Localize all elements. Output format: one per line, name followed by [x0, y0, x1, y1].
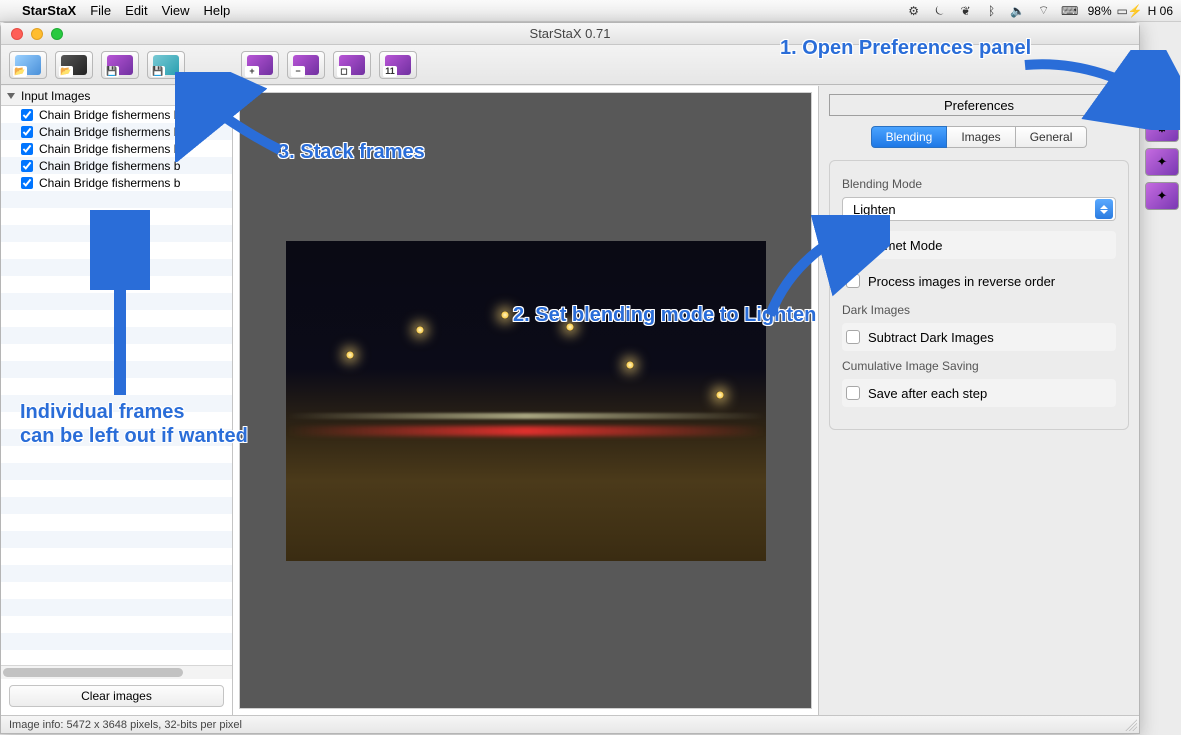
open-dark-button[interactable]: 📂 — [55, 51, 93, 79]
list-item[interactable]: Chain Bridge fishermens b — [1, 123, 232, 140]
wifi-icon[interactable]: ⌔ — [1036, 3, 1052, 19]
file-name: Chain Bridge fishermens b — [39, 159, 180, 173]
window-title: StarStaX 0.71 — [530, 26, 611, 41]
dock-preferences-icon[interactable]: ⚙ — [1145, 114, 1179, 142]
cumulative-label: Cumulative Image Saving — [842, 359, 1116, 373]
preview-image — [286, 241, 766, 561]
chevron-updown-icon — [1095, 199, 1113, 219]
app-name[interactable]: StarStaX — [22, 3, 76, 18]
list-item[interactable]: Chain Bridge fishermens b — [1, 157, 232, 174]
file-name: Chain Bridge fishermens b — [39, 108, 180, 122]
menu-view[interactable]: View — [162, 3, 190, 18]
blending-group: Blending Mode Lighten Comet Mode Process… — [829, 160, 1129, 430]
preferences-panel: Preferences Blending Images General Blen… — [819, 86, 1139, 715]
file-name: Chain Bridge fishermens b — [39, 142, 180, 156]
list-item[interactable]: Chain Bridge fishermens b — [1, 140, 232, 157]
subtract-dark-row[interactable]: Subtract Dark Images — [842, 323, 1116, 351]
app-window: StarStaX 0.71 📂 📂 💾 💾 + − ◻ 11 Input Ima… — [0, 22, 1140, 734]
disclosure-icon[interactable] — [7, 93, 15, 99]
list-item[interactable]: Chain Bridge fishermens b — [1, 174, 232, 191]
preview-frame — [239, 92, 812, 709]
tab-general[interactable]: General — [1016, 126, 1088, 148]
dock-tool2-icon[interactable]: ✦ — [1145, 182, 1179, 210]
comet-mode-label: Comet Mode — [868, 238, 942, 253]
bluetooth-icon[interactable]: ᛒ — [984, 3, 1000, 19]
file-name: Chain Bridge fishermens b — [39, 176, 180, 190]
evernote-icon[interactable]: ❦ — [958, 3, 974, 19]
tab-blending[interactable]: Blending — [871, 126, 948, 148]
status-bar: Image info: 5472 x 3648 pixels, 32-bits … — [1, 715, 1139, 733]
mac-menubar: StarStaX File Edit View Help ⚙︎ ⏾ ❦ ᛒ 🔈 … — [0, 0, 1181, 22]
clear-images-button[interactable]: Clear images — [9, 685, 224, 707]
menu-edit[interactable]: Edit — [125, 3, 147, 18]
stack-add-button[interactable]: + — [241, 51, 279, 79]
open-images-button[interactable]: 📂 — [9, 51, 47, 79]
dock-tool-icon[interactable]: ✦ — [1145, 148, 1179, 176]
blending-mode-label: Blending Mode — [842, 177, 1116, 191]
titlebar[interactable]: StarStaX 0.71 — [1, 23, 1139, 45]
reverse-order-label: Process images in reverse order — [868, 274, 1055, 289]
file-checkbox[interactable] — [21, 109, 33, 121]
number-button[interactable]: 11 — [379, 51, 417, 79]
menubar-extra-icon[interactable]: ⚙︎ — [906, 3, 922, 19]
stack-remove-button[interactable]: − — [287, 51, 325, 79]
reverse-order-checkbox[interactable] — [846, 274, 860, 288]
comet-mode-checkbox[interactable] — [846, 238, 860, 252]
snooze-icon[interactable]: ⏾ — [932, 3, 948, 19]
file-checkbox[interactable] — [21, 126, 33, 138]
preview-panel — [233, 86, 819, 715]
blending-mode-value: Lighten — [853, 202, 896, 217]
menu-file[interactable]: File — [90, 3, 111, 18]
file-checkbox[interactable] — [21, 160, 33, 172]
close-icon[interactable] — [11, 28, 23, 40]
toolbar: 📂 📂 💾 💾 + − ◻ 11 — [1, 45, 1139, 85]
battery-percent: 98% — [1088, 4, 1112, 18]
input-images-label: Input Images — [21, 89, 90, 103]
save-each-label: Save after each step — [868, 386, 987, 401]
side-dock: ⚙ ✦ ✦ — [1143, 112, 1181, 212]
clock: H 06 — [1148, 4, 1173, 18]
zoom-icon[interactable] — [51, 28, 63, 40]
save-all-button[interactable]: 💾 — [147, 51, 185, 79]
minimize-icon[interactable] — [31, 28, 43, 40]
save-each-checkbox[interactable] — [846, 386, 860, 400]
horizontal-scrollbar[interactable] — [1, 665, 232, 679]
resize-grip-icon[interactable] — [1125, 719, 1137, 731]
file-name: Chain Bridge fishermens b — [39, 125, 180, 139]
blending-mode-select[interactable]: Lighten — [842, 197, 1116, 221]
status-text: Image info: 5472 x 3648 pixels, 32-bits … — [9, 719, 242, 731]
battery-icon[interactable]: ▭⚡ — [1122, 3, 1138, 19]
tab-images[interactable]: Images — [947, 126, 1015, 148]
input-images-panel: Input Images Chain Bridge fishermens b C… — [1, 86, 233, 715]
input-icon[interactable]: ⌨︎ — [1062, 3, 1078, 19]
volume-icon[interactable]: 🔈 — [1010, 3, 1026, 19]
menu-help[interactable]: Help — [204, 3, 231, 18]
save-button[interactable]: 💾 — [101, 51, 139, 79]
crop-button[interactable]: ◻ — [333, 51, 371, 79]
save-each-row[interactable]: Save after each step — [842, 379, 1116, 407]
input-images-header[interactable]: Input Images — [1, 86, 232, 106]
comet-mode-row[interactable]: Comet Mode — [842, 231, 1116, 259]
subtract-dark-checkbox[interactable] — [846, 330, 860, 344]
reverse-order-row[interactable]: Process images in reverse order — [842, 267, 1116, 295]
file-checkbox[interactable] — [21, 143, 33, 155]
subtract-dark-label: Subtract Dark Images — [868, 330, 994, 345]
preferences-title: Preferences — [829, 94, 1129, 116]
dark-images-label: Dark Images — [842, 303, 1116, 317]
file-checkbox[interactable] — [21, 177, 33, 189]
preferences-tabs: Blending Images General — [829, 126, 1129, 148]
list-item[interactable]: Chain Bridge fishermens b — [1, 106, 232, 123]
file-list[interactable]: Chain Bridge fishermens b Chain Bridge f… — [1, 106, 232, 665]
